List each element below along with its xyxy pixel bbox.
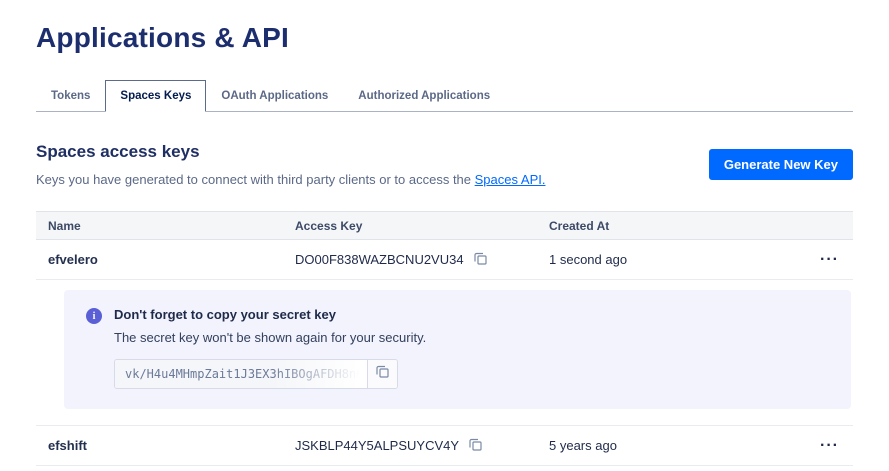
access-key-value: JSKBLP44Y5ALPSUYCV4Y — [295, 438, 459, 453]
tab-oauth-applications[interactable]: OAuth Applications — [206, 80, 343, 112]
copy-icon — [474, 252, 487, 268]
secret-key-notice: i Don't forget to copy your secret key T… — [64, 290, 851, 409]
key-name: efvelero — [48, 252, 295, 267]
description-text: Keys you have generated to connect with … — [36, 172, 475, 187]
access-key-value: DO00F838WAZBCNU2VU34 — [295, 252, 464, 267]
column-header-created-at: Created At — [549, 219, 809, 233]
copy-access-key-button[interactable] — [467, 436, 484, 456]
created-at-value: 5 years ago — [549, 438, 809, 453]
section-header: Spaces access keys Keys you have generat… — [36, 142, 853, 187]
notice-content: Don't forget to copy your secret key The… — [114, 307, 426, 389]
row-actions-button[interactable]: ··· — [820, 252, 853, 268]
info-icon: i — [86, 308, 102, 324]
tab-spaces-keys[interactable]: Spaces Keys — [105, 80, 206, 112]
applications-api-page: Applications & API Tokens Spaces Keys OA… — [0, 0, 889, 466]
key-name: efshift — [48, 438, 295, 453]
secret-key-notice-row: i Don't forget to copy your secret key T… — [36, 280, 853, 426]
column-header-name: Name — [48, 219, 295, 233]
page-title: Applications & API — [36, 22, 853, 54]
section-header-text: Spaces access keys Keys you have generat… — [36, 142, 545, 187]
created-at-value: 1 second ago — [549, 252, 809, 267]
table-row: efvelero DO00F838WAZBCNU2VU34 1 second a… — [36, 240, 853, 280]
copy-icon — [469, 438, 482, 454]
notice-body: The secret key won't be shown again for … — [114, 330, 426, 345]
spaces-keys-table: Name Access Key Created At efvelero DO00… — [36, 211, 853, 466]
generate-new-key-button[interactable]: Generate New Key — [709, 149, 853, 180]
notice-title: Don't forget to copy your secret key — [114, 307, 426, 322]
column-header-access-key: Access Key — [295, 219, 549, 233]
copy-icon — [376, 365, 389, 383]
copy-access-key-button[interactable] — [472, 250, 489, 270]
secret-key-value: vk/H4u4MHmpZait1J3EX3hIBOgAFDH8n6gTv3H — [115, 360, 367, 388]
row-actions-button[interactable]: ··· — [820, 438, 853, 454]
tab-authorized-applications[interactable]: Authorized Applications — [343, 80, 505, 112]
tab-tokens[interactable]: Tokens — [36, 80, 105, 112]
section-description: Keys you have generated to connect with … — [36, 172, 545, 187]
secret-key-field: vk/H4u4MHmpZait1J3EX3hIBOgAFDH8n6gTv3H — [114, 359, 398, 389]
table-header-row: Name Access Key Created At — [36, 211, 853, 240]
tab-bar: Tokens Spaces Keys OAuth Applications Au… — [36, 80, 853, 112]
section-heading: Spaces access keys — [36, 142, 545, 162]
access-key-cell: DO00F838WAZBCNU2VU34 — [295, 250, 549, 270]
copy-secret-key-button[interactable] — [367, 360, 397, 388]
access-key-cell: JSKBLP44Y5ALPSUYCV4Y — [295, 436, 549, 456]
spaces-api-link[interactable]: Spaces API. — [475, 172, 546, 187]
table-row: efshift JSKBLP44Y5ALPSUYCV4Y 5 years ago… — [36, 426, 853, 466]
